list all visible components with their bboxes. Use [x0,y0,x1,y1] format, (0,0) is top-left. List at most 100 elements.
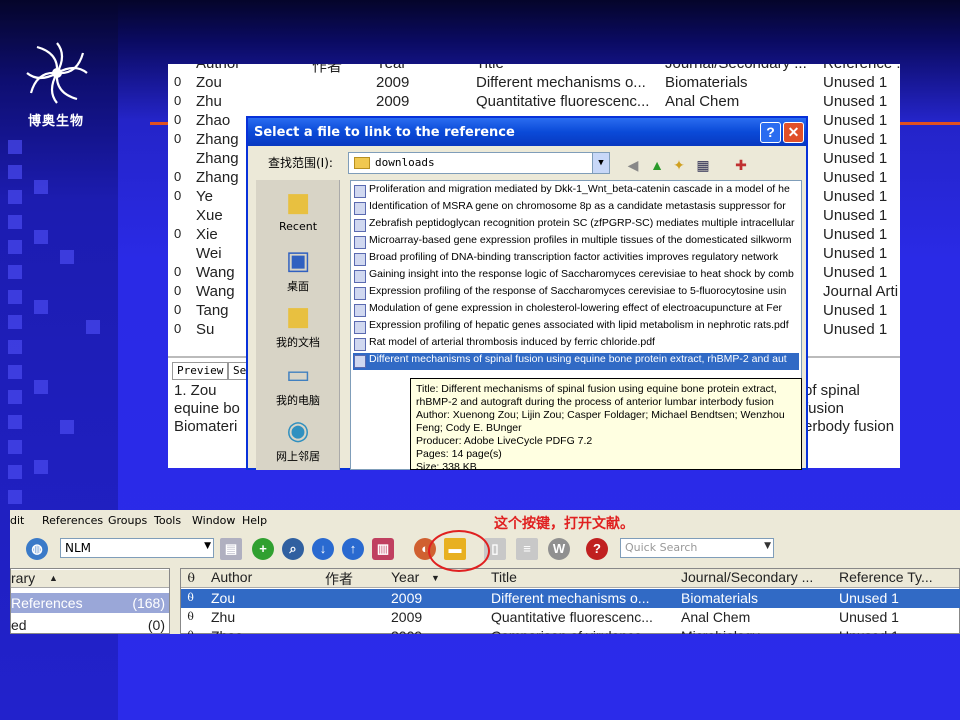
view-menu-icon[interactable]: ▦ [694,156,712,174]
header-year[interactable]: Year [391,569,419,587]
header-author[interactable]: Author [211,569,252,587]
file-item[interactable]: Zebrafish peptidoglycan recognition prot… [353,217,799,234]
file-name: Microarray-based gene expression profile… [369,234,792,246]
help-button[interactable]: ? [760,122,781,143]
file-name: Gaining insight into the response logic … [369,268,794,280]
decorative-square [60,250,74,264]
tooltip-line: Title: Different mechanisms of spinal fu… [416,383,777,395]
upload-icon[interactable]: ↑ [342,538,364,560]
reference-row[interactable]: ⍬ Zhao 2009 Comparison of virulence Microbio… [181,627,960,634]
new-folder-icon[interactable]: ✦ [670,156,688,174]
header-journal[interactable]: Journal/Secondary ... [681,569,813,587]
quick-search-input[interactable]: Quick Search ▼ [620,538,774,558]
paperclip-icon: 0 [174,74,182,89]
reference-row[interactable]: 0 Zhu 2009 Quantitative fluorescenc... Anal … [168,93,900,112]
file-item[interactable]: Microarray-based gene expression profile… [353,234,799,251]
header-journal[interactable]: Journal/Secondary ... [665,64,807,72]
preview-text-right: of spinal fusion erbody fusion [804,382,900,436]
journal-cell: Anal Chem [681,609,751,625]
paperclip-icon: ⍬ [187,569,196,585]
author-cell: Zhao [211,628,243,634]
file-item[interactable]: Expression profiling of the response of … [353,285,799,302]
paperclip-icon: 0 [174,321,182,336]
header-reftype[interactable]: Reference Ty... [839,569,933,587]
header-reftype[interactable]: Reference ... [823,64,900,72]
style-manager-icon[interactable]: ▤ [220,538,242,560]
menu-edit[interactable]: dit [10,514,24,527]
folder-icon [354,157,370,169]
journal-cell: Biomaterials [665,74,748,91]
lookin-select[interactable]: downloads ▼ [348,152,610,174]
menu-groups[interactable]: Groups [108,514,147,527]
paperclip-icon: 0 [174,93,182,108]
place-desktop[interactable]: ▣ 桌面 [256,246,340,294]
tab-search[interactable]: Se [228,362,248,380]
computer-icon: ▭ [285,360,311,390]
header-title[interactable]: Title [491,569,517,587]
reference-row[interactable]: ⍬ Zhu 2009 Quantitative fluorescenc... Anal … [181,608,960,627]
endnote-main-window: dit References Groups Tools Window Help … [10,510,960,634]
header-title[interactable]: Title [476,64,504,72]
file-item[interactable]: Broad profiling of DNA-binding transcrip… [353,251,799,268]
place-recent[interactable]: ■ Recent [256,188,340,233]
header-chinese-author[interactable]: 作者 [325,569,353,587]
file-item[interactable]: Modulation of gene expression in cholest… [353,302,799,319]
author-cell: Zhang [196,169,239,186]
word-icon[interactable]: W [548,538,570,560]
lookin-label: 查找范围(I): [268,156,333,170]
paperclip-icon: 0 [174,283,182,298]
tab-preview[interactable]: Preview [172,362,229,380]
online-icon[interactable]: ◍ [26,538,48,560]
tools-icon[interactable]: ✚ [732,156,750,174]
year-cell: 2009 [391,590,423,606]
download-icon[interactable]: ↓ [312,538,334,560]
title-cell: Different mechanisms o... [476,74,646,91]
help-icon[interactable]: ? [586,538,608,560]
chevron-down-icon[interactable]: ▼ [592,153,609,173]
menu-references[interactable]: References [42,514,103,527]
reference-list: ⍬ Author 作者 Year ▼ Title Journal/Seconda… [180,568,960,634]
new-reference-icon[interactable]: + [252,538,274,560]
file-item[interactable]: Identification of MSRA gene on chromosom… [353,200,799,217]
tooltip-line: Producer: Adobe LiveCycle PDFG 7.2 [416,435,593,447]
file-item[interactable]: Gaining insight into the response logic … [353,268,799,285]
menu-window[interactable]: Window [192,514,235,527]
group-count: (168) [132,595,165,611]
author-cell: Zhu [211,609,236,625]
import-icon[interactable]: ▥ [372,538,394,560]
menu-tools[interactable]: Tools [154,514,181,527]
reference-row[interactable]: 0 Zou 2009 Different mechanisms o... Biomate… [168,74,900,93]
reftype-cell: Unused 1 [823,93,888,110]
header-author[interactable]: Author [196,64,240,72]
search-icon[interactable]: ⌕ [282,538,304,560]
back-icon[interactable]: ◀ [624,156,642,174]
group-all-references[interactable]: References (168) [11,593,169,613]
style-select[interactable]: NLM ▼ [60,538,214,558]
decorative-square [8,140,22,154]
place-my-documents[interactable]: ■ 我的文档 [256,302,340,350]
dialog-title: Select a file to link to the reference [248,118,806,146]
close-button[interactable]: ✕ [783,122,804,143]
file-item[interactable]: Rat model of arterial thrombosis induced… [353,336,799,353]
place-my-computer[interactable]: ▭ 我的电脑 [256,360,340,408]
pdf-file-icon [354,287,366,300]
header-year[interactable]: Year [376,64,406,72]
pdf-file-icon [354,355,366,368]
group-unfiled[interactable]: ed (0) [11,615,169,634]
author-cell: Tang [196,302,229,319]
menu-help[interactable]: Help [242,514,267,527]
format-bibliography-icon[interactable]: ≡ [516,538,538,560]
reftype-cell: Unused 1 [823,169,888,186]
decorative-square [8,165,22,179]
reference-row[interactable]: ⍬ Zou 2009 Different mechanisms o... Biomate… [181,589,960,608]
ref-cell: Unused 1 [839,590,899,606]
pdf-file-icon [354,219,366,232]
year-cell: 2009 [391,609,423,625]
up-folder-icon[interactable]: ▲ [648,156,666,174]
file-item[interactable]: Expression profiling of hepatic genes as… [353,319,799,336]
paperclip-icon: ⍬ [187,628,194,634]
company-logo [26,42,88,104]
place-network[interactable]: ◉ 网上邻居 [256,416,340,464]
file-item[interactable]: Different mechanisms of spinal fusion us… [353,353,799,370]
file-item[interactable]: Proliferation and migration mediated by … [353,183,799,200]
